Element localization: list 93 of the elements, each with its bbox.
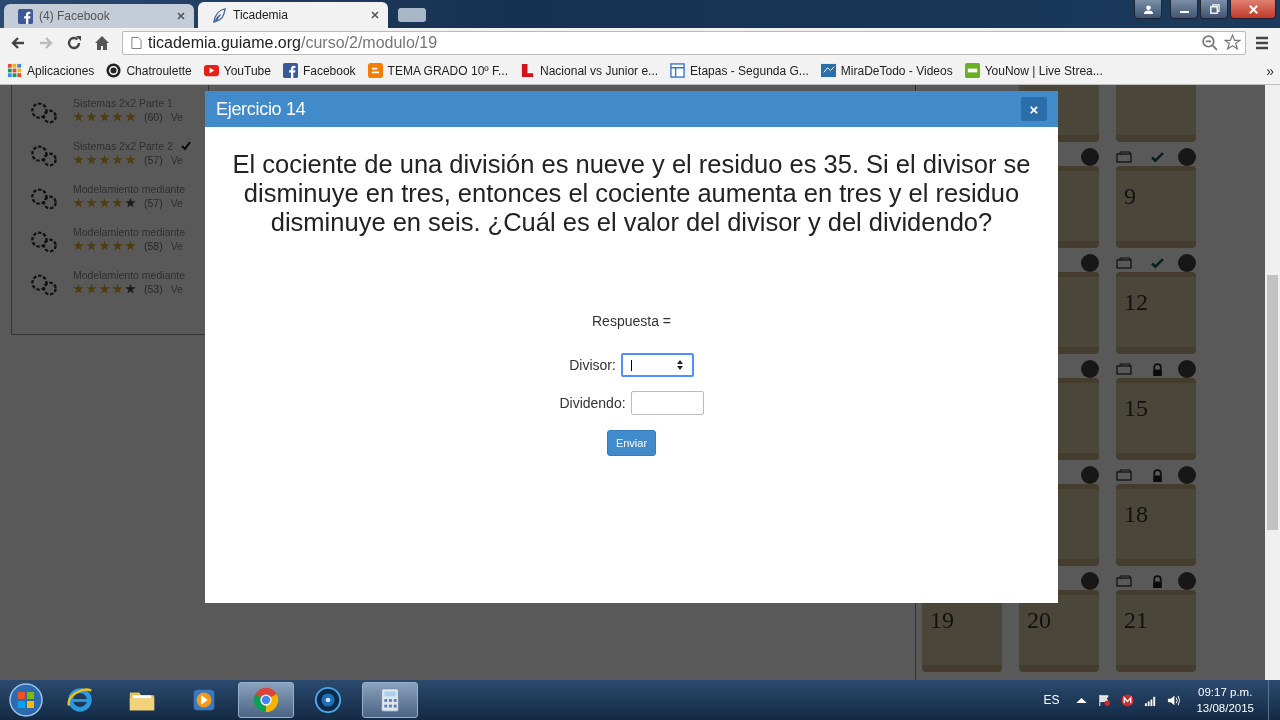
avatar-icon [1178,572,1196,590]
avatar-icon [1081,572,1099,590]
minimize-button[interactable] [1170,0,1198,19]
avatar-icon [1081,360,1099,378]
zoom-out-icon[interactable] [1201,34,1218,51]
tab-title: (4) Facebook [39,9,111,23]
disc-icon [313,685,343,715]
bookmark-item[interactable]: YouNow | Live Strea... [964,63,1103,78]
gears-icon [30,101,58,125]
video-icon [820,63,836,78]
field-label: Dividendo: [559,395,626,411]
bookmark-item[interactable]: Etapas - Segunda G... [670,63,809,78]
badge-icon [964,63,980,78]
avatar-icon [1081,254,1099,272]
user-icon [1142,3,1154,15]
close-icon[interactable] [176,11,186,21]
close-icon [1247,3,1259,15]
apps-grid-icon [7,63,22,78]
reload-icon[interactable] [66,34,82,51]
clock-time[interactable]: 09:17 p.m. [1198,684,1253,700]
minimize-icon [1179,10,1189,13]
restore-icon [1208,3,1220,15]
address-bar[interactable]: ticademia.guiame.org/curso/2/modulo/19 [122,30,1246,55]
browser-e-icon [65,685,95,715]
close-button[interactable]: × [1021,97,1047,121]
windows-logo-icon [8,682,44,718]
bookmark-item[interactable]: MiraDeTodo - Videos [820,63,953,78]
shield-icon[interactable] [1121,693,1135,707]
answer-label: Respuesta = [592,313,671,329]
scrollbar[interactable] [1265,85,1280,680]
speaker-icon[interactable] [1167,693,1181,707]
browser-tab[interactable]: Ticademia [198,2,388,28]
language-indicator[interactable]: ES [1043,693,1060,707]
page-icon [670,63,686,78]
exercise-number: 9 [1124,183,1136,209]
letter-logo-icon [520,63,536,78]
star-icon[interactable] [1224,34,1241,51]
bookmark-item[interactable]: Aplicaciones [7,63,95,78]
menu-icon[interactable] [1254,34,1270,51]
exercise-number: 18 [1124,501,1148,527]
number-field[interactable] [620,353,694,377]
question-text: El cociente de una división es nueve y el residuo es 35. Si el divisor se disminuye en tres, entonces el cociente aumenta en tres y el residuo disminuye en seis. ¿Cuál es el valor del divisor y del dividendo? [231,150,1032,237]
avatar-icon [1178,360,1196,378]
page-icon [131,35,142,50]
start-button[interactable] [6,681,46,719]
home-icon[interactable] [94,34,110,51]
field-label: Divisor: [569,357,616,373]
more-bookmarks-button[interactable]: » [1266,62,1274,79]
lock-icon [1150,362,1164,376]
circle-logo-icon [106,63,122,78]
exercise-number: 20 [1027,607,1051,633]
exercise-number: 19 [930,607,954,633]
check-icon [1150,150,1164,164]
gears-icon [30,187,58,211]
bookmark-item[interactable]: YouTube [203,63,271,78]
bookmark-item[interactable]: Nacional vs Junior e... [520,63,659,78]
clock-date[interactable]: 13/08/2015 [1196,700,1254,716]
lock-icon [1150,468,1164,482]
facebook-icon [18,8,33,24]
chrome-icon [251,685,281,715]
exercise-number: 21 [1124,607,1148,633]
facebook-icon [282,63,298,78]
close-button[interactable] [1230,0,1276,19]
submit-button[interactable]: Enviar [607,430,656,456]
avatar-icon [1081,466,1099,484]
exercise-number: 12 [1124,289,1148,315]
back-icon[interactable] [10,34,26,51]
check-icon [1150,256,1164,270]
close-icon[interactable] [370,10,380,20]
spinner-icon[interactable] [675,359,684,371]
play-icon [203,63,219,78]
input-field[interactable] [630,391,704,415]
feather-icon [212,7,227,23]
browser-tab[interactable]: (4) Facebook [4,4,194,28]
gears-icon [30,144,58,168]
gears-icon [30,273,58,297]
bookmark-item[interactable]: Facebook [282,63,356,78]
tab-title: Ticademia [233,8,289,22]
url-text: ticademia.guiame.org/curso/2/modulo/19 [148,33,438,52]
blog-icon [367,63,383,78]
maximize-button[interactable] [1200,0,1228,19]
avatar-icon [1081,148,1099,166]
avatar-icon [1178,254,1196,272]
avatar-icon [1178,148,1196,166]
flag-icon[interactable] [1098,693,1112,707]
exercise-number: 15 [1124,395,1148,421]
lock-icon [1150,574,1164,588]
bookmark-item[interactable]: Chatroulette [106,63,192,78]
dialog-title: Ejercicio 14 [216,98,306,120]
user-button[interactable] [1134,0,1162,19]
gears-icon [30,230,58,254]
bookmark-item[interactable]: TEMA GRADO 10º F... [367,63,509,78]
avatar-icon [1178,466,1196,484]
